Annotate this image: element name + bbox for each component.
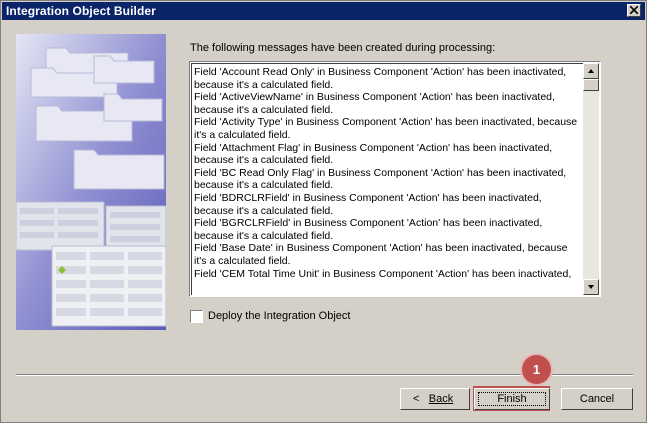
title-bar[interactable]: Integration Object Builder [2, 2, 645, 20]
focus-rectangle [478, 392, 546, 406]
cancel-button-label: Cancel [579, 393, 615, 405]
scroll-up-button[interactable] [583, 63, 599, 79]
folders-and-tables-image [16, 34, 166, 330]
messages-scrollbar[interactable] [583, 63, 599, 295]
messages-intro-label: The following messages have been created… [190, 42, 496, 54]
close-button[interactable] [627, 4, 641, 17]
finish-button[interactable]: Finish [474, 388, 550, 410]
integration-object-builder-window: Integration Object Builder The following… [0, 0, 647, 423]
close-icon [630, 6, 638, 14]
scroll-down-button[interactable] [583, 279, 599, 295]
back-button-label: Back [428, 393, 454, 405]
window-title: Integration Object Builder [6, 4, 156, 18]
arrow-up-icon [588, 69, 594, 73]
scroll-thumb[interactable] [583, 79, 599, 91]
wizard-illustration [16, 34, 166, 330]
back-button[interactable]: < Back [400, 388, 470, 410]
messages-viewport: Field 'Account Read Only' in Business Co… [191, 63, 583, 295]
step-callout-badge: 1 [522, 355, 551, 384]
deploy-checkbox[interactable] [190, 310, 203, 323]
arrow-left-icon: < [413, 393, 420, 405]
deploy-checkbox-label[interactable]: Deploy the Integration Object [208, 310, 350, 322]
arrow-down-icon [588, 285, 594, 289]
messages-text: Field 'Account Read Only' in Business Co… [194, 66, 578, 280]
cancel-button[interactable]: Cancel [561, 388, 633, 410]
messages-textarea[interactable]: Field 'Account Read Only' in Business Co… [189, 61, 601, 297]
